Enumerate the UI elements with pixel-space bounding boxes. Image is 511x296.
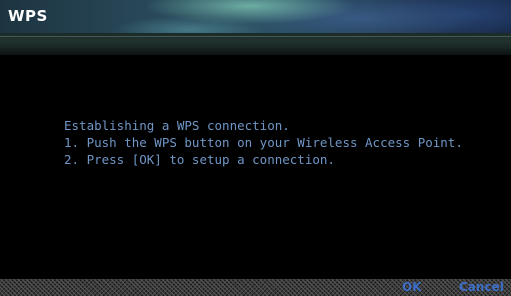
wps-screen: WPS Establishing a WPS connection. 1. Pu… (0, 0, 511, 296)
message-line-intro: Establishing a WPS connection. (64, 118, 290, 133)
cancel-button[interactable]: Cancel (459, 279, 504, 296)
footer-bar: OK Cancel (0, 279, 511, 296)
title-divider-line (0, 36, 511, 37)
message-line-step-1: 1. Push the WPS button on your Wireless … (64, 135, 463, 150)
message-line-step-2: 2. Press [OK] to setup a connection. (64, 152, 335, 167)
title-bar: WPS (0, 0, 511, 33)
page-title: WPS (8, 7, 48, 25)
instruction-message: Establishing a WPS connection. 1. Push t… (64, 117, 463, 168)
ok-button[interactable]: OK (402, 279, 422, 296)
